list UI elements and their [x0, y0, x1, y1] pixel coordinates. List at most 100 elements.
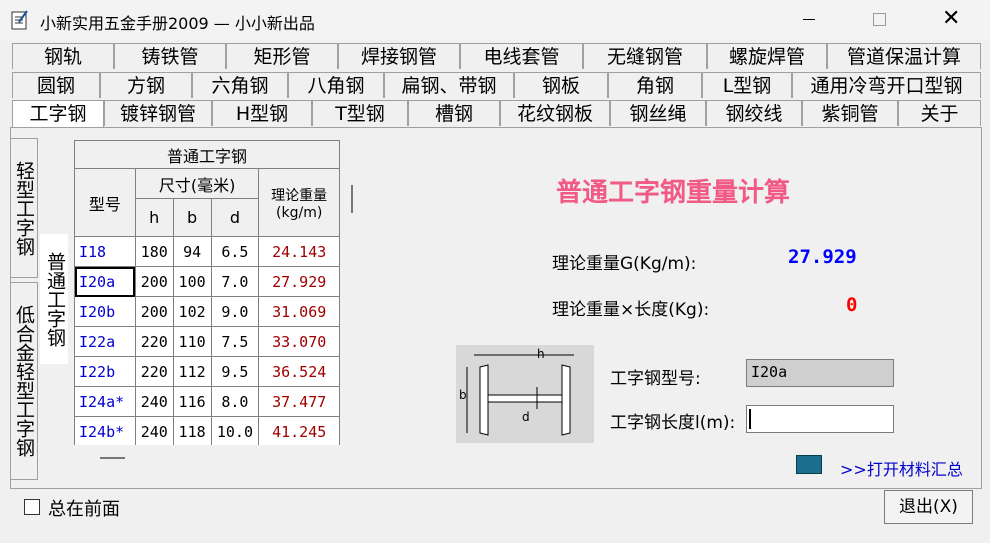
length-label: 工字钢长度l(m): — [610, 413, 736, 433]
row-h-cell: 220 — [134, 326, 174, 357]
minimize-button[interactable] — [786, 0, 832, 40]
tab-spiral-pipe[interactable]: 螺旋焊管 — [707, 43, 827, 69]
tab-octagon-bar[interactable]: 八角钢 — [288, 72, 384, 98]
weight-value: 27.929 — [788, 246, 857, 268]
row-model-cell[interactable]: I22a — [74, 326, 136, 357]
row-weight-cell: 37.477 — [258, 386, 340, 417]
calculator-icon[interactable] — [796, 455, 822, 474]
tab-flat-bar[interactable]: 扁钢、带钢 — [384, 72, 514, 98]
dim-h-label: h — [537, 347, 545, 361]
row-h-cell: 200 — [134, 296, 174, 327]
tab-about[interactable]: 关于 — [898, 100, 981, 126]
row-b-cell: 118 — [172, 416, 212, 445]
table-row[interactable]: I18 180 94 6.5 24.143 — [74, 236, 340, 267]
row-model-cell[interactable]: I20b — [74, 296, 136, 327]
row-model-cell[interactable]: I24b* — [74, 416, 136, 445]
row-weight-cell: 33.070 — [258, 326, 340, 357]
tab-checker-plate[interactable]: 花纹钢板 — [500, 100, 610, 126]
row-d-cell: 8.0 — [210, 386, 260, 417]
col-weight-header: 理论重量(kg/m) — [258, 168, 340, 237]
row-h-cell: 240 — [134, 416, 174, 445]
close-icon: ✕ — [942, 6, 961, 31]
horizontal-scroll-thumb[interactable] — [100, 457, 125, 459]
dim-b-label: b — [459, 388, 467, 402]
tab-wire-rope[interactable]: 钢丝绳 — [610, 100, 706, 126]
row-h-cell: 220 — [134, 356, 174, 387]
tab-rect-tube[interactable]: 矩形管 — [226, 43, 338, 69]
tab-t-beam[interactable]: T型钢 — [312, 100, 408, 126]
row-d-cell: 7.5 — [210, 326, 260, 357]
row-b-cell: 102 — [172, 296, 212, 327]
row-b-cell: 110 — [172, 326, 212, 357]
text-caret — [749, 409, 751, 429]
table-row[interactable]: I20b 200 102 9.0 31.069 — [74, 296, 340, 327]
row-d-cell: 7.0 — [210, 266, 260, 297]
close-button[interactable]: ✕ — [928, 0, 974, 40]
tab-hex-bar[interactable]: 六角钢 — [192, 72, 288, 98]
row-weight-cell: 27.929 — [258, 266, 340, 297]
table-row[interactable]: I22a 220 110 7.5 33.070 — [74, 326, 340, 357]
side-tab-standard-i-beam[interactable]: 普通工字钢 — [40, 234, 68, 364]
tab-angle-steel[interactable]: 角钢 — [608, 72, 702, 98]
always-on-top-label: 总在前面 — [48, 499, 120, 520]
tab-square-bar[interactable]: 方钢 — [100, 72, 192, 98]
title-bar: 小新实用五金手册2009 — 小小新出品 ✕ — [0, 0, 990, 40]
row-h-cell: 180 — [134, 236, 174, 267]
tab-steel-plate[interactable]: 钢板 — [514, 72, 608, 98]
tab-pipe-insulation[interactable]: 管道保温计算 — [827, 43, 981, 69]
row-model-cell[interactable]: I22b — [74, 356, 136, 387]
tab-channel[interactable]: 槽钢 — [408, 100, 500, 126]
tab-i-beam[interactable]: 工字钢 — [12, 100, 104, 128]
row-b-cell: 100 — [172, 266, 212, 297]
total-weight-label: 理论重量×长度(Kg): — [552, 300, 710, 320]
tab-h-beam[interactable]: H型钢 — [212, 100, 312, 126]
row-h-cell: 200 — [134, 266, 174, 297]
col-b-header: b — [172, 198, 212, 237]
exit-button[interactable]: 退出(X) — [884, 490, 973, 524]
tab-l-steel[interactable]: L型钢 — [702, 72, 792, 98]
window-title: 小新实用五金手册2009 — 小小新出品 — [40, 14, 315, 33]
model-field: I20a — [746, 359, 894, 387]
table-row[interactable]: I24b* 240 118 10.0 41.245 — [74, 416, 340, 445]
always-on-top-checkbox[interactable] — [24, 499, 40, 515]
table-row[interactable]: I24a* 240 116 8.0 37.477 — [74, 386, 340, 417]
tab-round-bar[interactable]: 圆钢 — [12, 72, 100, 98]
col-d-header: d — [210, 198, 260, 237]
side-tab-light-i-beam[interactable]: 轻型工字钢 — [10, 138, 38, 278]
table-title: 普通工字钢 — [74, 140, 340, 169]
tab-galvanized-pipe[interactable]: 镀锌钢管 — [104, 100, 212, 126]
calc-title: 普通工字钢重量计算 — [556, 178, 791, 208]
row-weight-cell: 31.069 — [258, 296, 340, 327]
row-weight-cell: 36.524 — [258, 356, 340, 387]
row-h-cell: 240 — [134, 386, 174, 417]
side-tab-low-alloy-i-beam[interactable]: 低合金轻型工字钢 — [10, 282, 38, 480]
row-model-cell[interactable]: I18 — [74, 236, 136, 267]
total-weight-value: 0 — [846, 294, 858, 316]
dim-d-label: d — [522, 410, 530, 424]
row-d-cell: 6.5 — [210, 236, 260, 267]
table-row[interactable]: I22b 220 112 9.5 36.524 — [74, 356, 340, 387]
row-model-cell[interactable]: I24a* — [74, 386, 136, 417]
app-notebook-icon — [11, 10, 28, 30]
row-model-cell[interactable]: I20a — [74, 266, 136, 297]
col-h-header: h — [134, 198, 174, 237]
tab-seamless-pipe[interactable]: 无缝钢管 — [583, 43, 707, 69]
model-label: 工字钢型号: — [610, 369, 701, 389]
tab-copper-pipe[interactable]: 紫铜管 — [802, 100, 898, 126]
row-d-cell: 10.0 — [210, 416, 260, 445]
tab-cast-iron-pipe[interactable]: 铸铁管 — [114, 43, 226, 69]
tab-rail[interactable]: 钢轨 — [12, 43, 114, 69]
tab-cold-formed[interactable]: 通用冷弯开口型钢 — [792, 72, 981, 98]
maximize-button[interactable] — [856, 0, 902, 40]
vertical-scroll-thumb[interactable] — [351, 185, 353, 213]
row-b-cell: 94 — [172, 236, 212, 267]
open-summary-link[interactable]: >>打开材料汇总 — [840, 456, 963, 480]
length-input[interactable] — [746, 405, 894, 433]
table-row[interactable]: I20a 200 100 7.0 27.929 — [74, 266, 340, 297]
tab-welded-pipe[interactable]: 焊接钢管 — [338, 43, 460, 69]
row-d-cell: 9.0 — [210, 296, 260, 327]
i-beam-table: 普通工字钢 型号 尺寸(毫米) 理论重量(kg/m) h b d I18 180 9… — [74, 140, 340, 445]
tab-strand[interactable]: 钢绞线 — [706, 100, 802, 126]
tab-conduit[interactable]: 电线套管 — [460, 43, 583, 69]
row-b-cell: 116 — [172, 386, 212, 417]
